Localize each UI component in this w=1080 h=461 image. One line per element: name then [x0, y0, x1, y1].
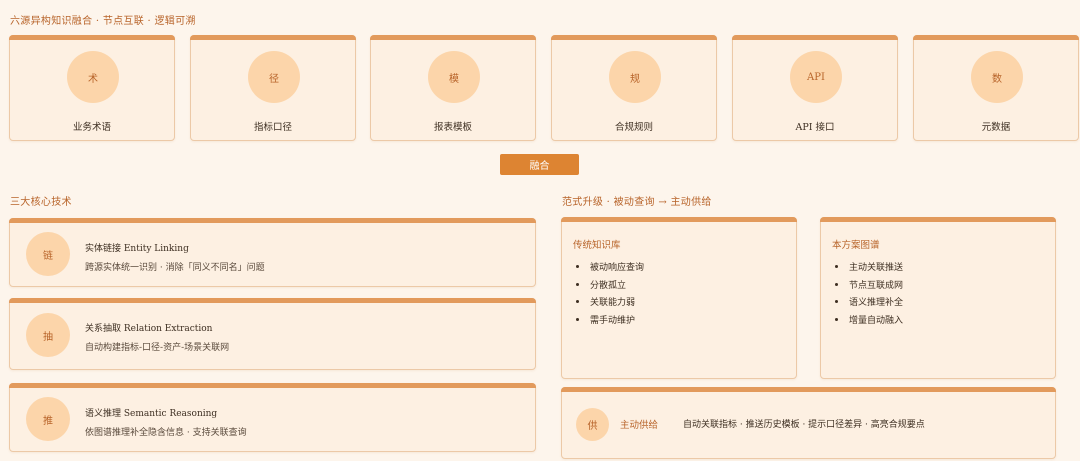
list-item: 需手动维护 — [573, 311, 644, 329]
list-item: 增量自动融入 — [832, 311, 903, 329]
bullet-icon — [576, 265, 579, 269]
proposed-graph-card: 本方案图谱 主动关联推送 节点互联成网 语义推理补全 增量自动融入 — [820, 217, 1056, 379]
tech-desc: 依图谱推理补全隐含信息 · 支持关联查询 — [85, 428, 247, 438]
tech-glyph-circle: 链 — [26, 232, 70, 276]
supply-title: 主动供给 — [620, 420, 659, 431]
proposed-list: 主动关联推送 节点互联成网 语义推理补全 增量自动融入 — [832, 258, 903, 328]
tech-desc: 自动构建指标-口径-资产-场景关联网 — [85, 343, 230, 353]
source-card-api: API API 接口 — [732, 35, 898, 141]
active-supply-card: 供 主动供给 自动关联指标 · 推送历史模板 · 提示口径差异 · 高亮合规要点 — [561, 387, 1056, 459]
source-label: 元数据 — [981, 122, 1011, 133]
proposed-title: 本方案图谱 — [832, 240, 880, 251]
fuse-label-box: 融合 — [500, 154, 579, 175]
tech-glyph-circle: 抽 — [26, 313, 70, 357]
source-glyph-circle: 径 — [248, 51, 300, 103]
source-glyph-circle: 模 — [428, 51, 480, 103]
source-label: 业务术语 — [72, 122, 111, 133]
top-heading: 六源异构知识融合 · 节点互联 · 逻辑可溯 — [10, 16, 196, 27]
source-card-compliance: 规 合规规则 — [551, 35, 717, 141]
bullet-icon — [835, 300, 838, 304]
source-glyph-circle: 数 — [971, 51, 1023, 103]
source-label: 合规规则 — [614, 122, 653, 133]
paradigm-heading: 范式升级 · 被动查询 → 主动供给 — [562, 197, 712, 208]
bullet-icon — [835, 317, 838, 321]
supply-desc: 自动关联指标 · 推送历史模板 · 提示口径差异 · 高亮合规要点 — [683, 420, 925, 430]
source-card-term: 术 业务术语 — [9, 35, 175, 141]
source-glyph-circle: API — [790, 51, 842, 103]
source-glyph-circle: 术 — [67, 51, 119, 103]
tech-card-extraction: 抽 关系抽取 Relation Extraction 自动构建指标-口径-资产-… — [9, 298, 536, 370]
bullet-icon — [835, 265, 838, 269]
source-card-metric: 径 指标口径 — [190, 35, 356, 141]
list-item: 被动响应查询 — [573, 258, 644, 276]
traditional-list: 被动响应查询 分散孤立 关联能力弱 需手动维护 — [573, 258, 644, 328]
bullet-icon — [576, 282, 579, 286]
tech-title: 关系抽取 Relation Extraction — [85, 324, 213, 334]
tech-title: 实体链接 Entity Linking — [85, 244, 189, 254]
traditional-kb-card: 传统知识库 被动响应查询 分散孤立 关联能力弱 需手动维护 — [561, 217, 797, 379]
list-item: 主动关联推送 — [832, 258, 903, 276]
source-card-template: 模 报表模板 — [370, 35, 536, 141]
source-label: 指标口径 — [253, 122, 292, 133]
list-item: 关联能力弱 — [573, 293, 644, 311]
bullet-icon — [576, 317, 579, 321]
bullet-icon — [576, 300, 579, 304]
tech-card-linking: 链 实体链接 Entity Linking 跨源实体统一识别 · 消除「同义不同… — [9, 218, 536, 287]
tech-title: 语义推理 Semantic Reasoning — [85, 409, 218, 419]
tech-card-reasoning: 推 语义推理 Semantic Reasoning 依图谱推理补全隐含信息 · … — [9, 383, 536, 452]
traditional-title: 传统知识库 — [573, 240, 621, 251]
source-card-metadata: 数 元数据 — [913, 35, 1079, 141]
supply-glyph-circle: 供 — [576, 408, 609, 441]
source-glyph-circle: 规 — [609, 51, 661, 103]
tech-desc: 跨源实体统一识别 · 消除「同义不同名」问题 — [85, 263, 265, 273]
source-label: API 接口 — [795, 122, 835, 133]
list-item: 节点互联成网 — [832, 276, 903, 294]
tech-heading: 三大核心技术 — [10, 197, 72, 208]
source-label: 报表模板 — [433, 122, 472, 133]
list-item: 分散孤立 — [573, 276, 644, 294]
tech-glyph-circle: 推 — [26, 397, 70, 441]
bullet-icon — [835, 282, 838, 286]
list-item: 语义推理补全 — [832, 293, 903, 311]
